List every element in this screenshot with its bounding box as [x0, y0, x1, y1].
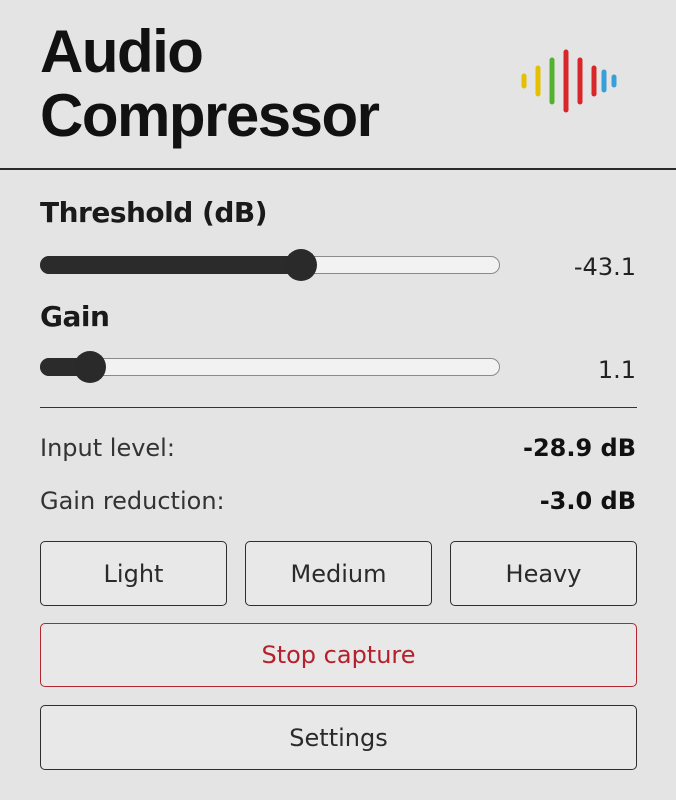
threshold-label: Threshold (dB): [40, 196, 268, 229]
preset-light-button[interactable]: Light: [40, 541, 227, 606]
app-title: Audio Compressor: [40, 18, 380, 149]
gain-label: Gain: [40, 300, 110, 333]
audio-waveform-icon: [521, 49, 617, 113]
gain-reduction-value: -3.0 dB: [539, 487, 636, 515]
gain-slider-track[interactable]: [40, 358, 500, 376]
gain-slider[interactable]: [40, 351, 500, 383]
gain-slider-thumb[interactable]: [74, 351, 106, 383]
section-divider: [40, 407, 637, 408]
app-title-line-2: Compressor: [40, 82, 380, 149]
gain-value: 1.1: [597, 356, 636, 384]
settings-button[interactable]: Settings: [40, 705, 637, 770]
threshold-slider-thumb[interactable]: [285, 249, 317, 281]
threshold-slider[interactable]: [40, 249, 500, 281]
app-header: Audio Compressor: [0, 0, 676, 170]
input-level-label: Input level:: [40, 434, 175, 462]
preset-heavy-button[interactable]: Heavy: [450, 541, 637, 606]
preset-medium-button[interactable]: Medium: [245, 541, 432, 606]
app-title-line-1: Audio: [40, 18, 204, 85]
gain-reduction-label: Gain reduction:: [40, 487, 225, 515]
input-level-value: -28.9 dB: [522, 434, 636, 462]
threshold-slider-fill: [40, 256, 301, 274]
threshold-value: -43.1: [573, 253, 636, 281]
stop-capture-button[interactable]: Stop capture: [40, 623, 637, 687]
